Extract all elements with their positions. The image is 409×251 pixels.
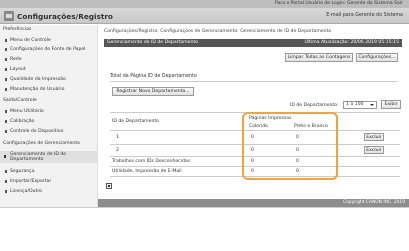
settings-logo-icon	[4, 11, 14, 21]
register-department-button[interactable]: Registrar Novo Departamento...	[112, 87, 194, 96]
sidebar-item-device-control[interactable]: Controle do Dispositivo	[4, 129, 63, 134]
section-divider	[110, 81, 398, 82]
last-updated: Última Atualização: 20/06 2019 05:15:15	[304, 40, 399, 45]
chevron-down-icon	[370, 104, 374, 106]
printed-pages-highlight	[242, 112, 338, 180]
select-value: 1 a 100	[346, 102, 364, 107]
breadcrumb: Configurações/Registro: Configurações de…	[104, 29, 332, 34]
panel-title-bar: Gerenciamento de ID de Departamento Últi…	[104, 39, 402, 47]
sidebar-item-network[interactable]: Rede	[5, 57, 22, 62]
sidebar-item-department-id[interactable]: Gerenciamento de ID de Departamento	[0, 151, 98, 163]
header: Configurações/Registro E-mail para Geren…	[0, 8, 409, 24]
delete-button[interactable]: Excluir	[364, 133, 384, 141]
sidebar: Preferências Menu de Controle Configuraç…	[0, 25, 98, 207]
sidebar-item-calibration[interactable]: Calibração	[4, 119, 34, 124]
sidebar-item-label: Gerenciamento de ID de Departamento	[10, 152, 67, 162]
row-label: 2	[116, 148, 119, 153]
copyright: Copyright CANON INC. 2019	[343, 200, 405, 205]
active-bullet-icon	[4, 155, 6, 158]
settings-button[interactable]: Configurações...	[356, 53, 398, 62]
delete-button[interactable]: Excluir	[364, 146, 384, 154]
panel-title: Gerenciamento de ID de Departamento	[107, 40, 198, 45]
sidebar-group-preferences[interactable]: Preferências	[3, 27, 31, 32]
sidebar-item-license[interactable]: Licença/Outro	[5, 189, 42, 194]
sidebar-item-utility-menu[interactable]: Menu Utilitário	[5, 109, 44, 114]
bottom-divider	[0, 207, 409, 208]
department-range-select[interactable]: 1 a 100	[343, 101, 377, 109]
sidebar-item-layout[interactable]: Layout	[5, 67, 26, 72]
row-label: Trabalhos com IDs Desconhecidas	[112, 159, 191, 164]
show-button[interactable]: Exibir	[381, 100, 401, 109]
sidebar-item-user-maintenance[interactable]: Manutenção do Usuário	[4, 87, 64, 92]
top-bar: Para o Portal Usuário de Login: Gerente …	[0, 0, 409, 8]
department-filter-label: ID de Departamento:	[290, 103, 339, 108]
sidebar-item-control-menu[interactable]: Menu de Controle	[5, 38, 51, 43]
row-label: Utilidade, Impressão de E-Mail	[112, 169, 182, 174]
top-links[interactable]: Para o Portal Usuário de Login: Gerente …	[275, 1, 403, 6]
col-header-department: ID de Departamento	[112, 119, 159, 124]
sidebar-item-import-export[interactable]: Importar/Exportar	[4, 179, 51, 184]
footer: Copyright CANON INC. 2019	[98, 199, 409, 207]
sidebar-group-management[interactable]: Configurações de Gerenciamento	[3, 141, 80, 146]
row-label: 1	[116, 135, 119, 140]
sidebar-item-print-quality[interactable]: Qualidade da Impressão	[5, 77, 66, 82]
section-title: Total da Página ID de Departamento	[110, 74, 197, 79]
sidebar-group-output[interactable]: Saída/Controle	[3, 98, 37, 103]
page-title: Configurações/Registro	[17, 12, 113, 21]
mail-admin-link[interactable]: E-mail para Gerente do Sistema	[326, 13, 403, 18]
sidebar-item-security[interactable]: Segurança	[5, 169, 35, 174]
clear-all-counts-button[interactable]: Limpar Todas as Contagens	[285, 53, 353, 62]
expand-icon[interactable]	[106, 183, 112, 189]
sidebar-item-paper-source[interactable]: Configurações de Fonte de Papel	[4, 47, 85, 52]
